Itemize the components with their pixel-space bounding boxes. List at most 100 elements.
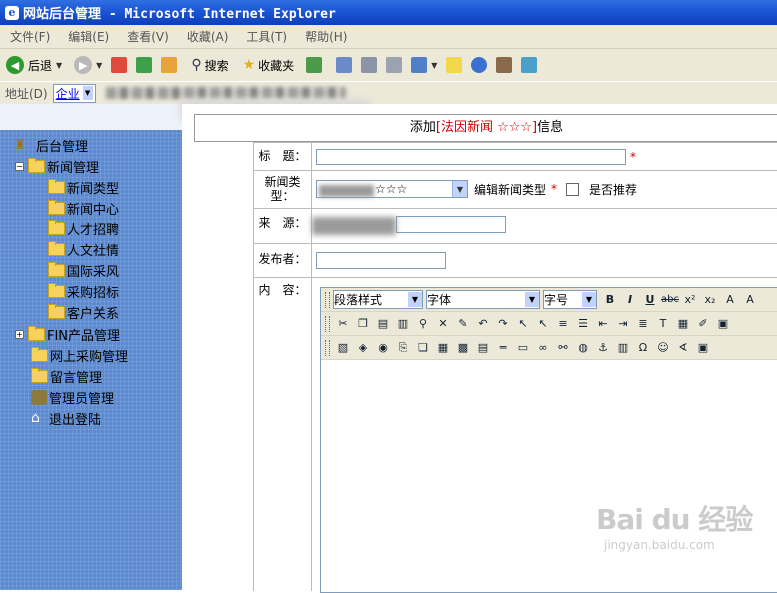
tree-root[interactable]: ♜ 后台管理 [14, 136, 88, 155]
ordered-list-icon[interactable]: ≡ [555, 316, 571, 332]
unlink-icon[interactable]: ⚯ [555, 340, 571, 356]
attachment-icon[interactable]: ⎘ [395, 340, 411, 356]
indent-icon[interactable]: ⇥ [615, 316, 631, 332]
publisher-input[interactable] [316, 252, 446, 269]
italic-icon[interactable]: I [622, 292, 638, 308]
calendar-icon[interactable]: ▤ [475, 340, 491, 356]
outdent-icon[interactable]: ⇤ [595, 316, 611, 332]
format-brush-icon[interactable]: ✐ [695, 316, 711, 332]
address-dropdown[interactable]: 企业 ▼ [52, 83, 96, 103]
edit-icon[interactable] [411, 57, 428, 73]
clear-format-icon[interactable]: ✎ [455, 316, 471, 332]
underline-icon[interactable]: U [642, 292, 658, 308]
more-icon[interactable]: ▣ [715, 316, 731, 332]
copy-icon[interactable]: ❐ [355, 316, 371, 332]
tree-item-humanities[interactable]: 人文社情 [48, 240, 119, 259]
link-icon[interactable]: ∞ [535, 340, 551, 356]
refresh-icon[interactable] [136, 57, 153, 73]
align-icon[interactable]: ≣ [635, 316, 651, 332]
browser-toolbar: ◀ 后退 ▼ ▶ ▼ ⚲ 搜索 ★ 收藏夹 ▼ [0, 49, 777, 81]
admin-icon [31, 390, 47, 405]
recommend-checkbox[interactable] [566, 182, 580, 196]
news-type-select[interactable]: ☆☆☆ ▼ [316, 180, 468, 198]
favorites-button[interactable]: ★ 收藏夹 [243, 57, 295, 74]
anchor-icon[interactable]: ⚓ [595, 340, 611, 356]
tree-item-international[interactable]: 国际采风 [48, 261, 119, 280]
stop-icon[interactable] [111, 57, 128, 73]
history-icon[interactable] [336, 57, 353, 73]
select-icon[interactable]: ↖ [515, 316, 531, 332]
tree-item-news-management[interactable]: − 新闻管理 [15, 157, 99, 176]
source-input[interactable] [396, 216, 506, 233]
tree-item-logout[interactable]: ⌂ 退出登陆 [31, 409, 101, 429]
cut-icon[interactable]: ✂ [335, 316, 351, 332]
search-button[interactable]: ⚲ 搜索 [191, 57, 228, 74]
menu-tools[interactable]: 工具(T) [236, 28, 295, 45]
tree-item-messages[interactable]: 留言管理 [31, 367, 102, 386]
tree-item-admin-management[interactable]: 管理员管理 [31, 388, 114, 407]
unordered-list-icon[interactable]: ☰ [575, 316, 591, 332]
increase-font-icon[interactable]: A [722, 292, 738, 308]
tree-item-procurement-bidding[interactable]: 采购招标 [48, 282, 119, 301]
tree-item-news-type[interactable]: 新闻类型 [48, 178, 119, 197]
strikethrough-icon[interactable]: abc [661, 292, 679, 308]
menu-view[interactable]: 查看(V) [117, 28, 177, 45]
horizontal-rule-icon[interactable]: ═ [495, 340, 511, 356]
table-icon[interactable]: ▦ [435, 340, 451, 356]
tree-item-fin-products[interactable]: + FIN产品管理 [15, 325, 120, 344]
absolute-position-icon[interactable]: ↖ [535, 316, 551, 332]
paste-icon[interactable]: ▤ [375, 316, 391, 332]
flash-icon[interactable]: ◈ [355, 340, 371, 356]
frame-icon[interactable]: ▩ [455, 340, 471, 356]
mail-icon[interactable] [361, 57, 378, 73]
font-select[interactable]: 字体 ▼ [426, 290, 540, 309]
find-icon[interactable]: ⚲ [415, 316, 431, 332]
tree-item-recruitment[interactable]: 人才招聘 [48, 219, 119, 238]
expand-icon[interactable]: + [15, 330, 24, 339]
toolbar-extra-icon[interactable] [521, 57, 538, 73]
emoticon-icon[interactable]: ☺ [655, 340, 671, 356]
research-icon[interactable] [496, 57, 513, 73]
excel-icon[interactable]: ▣ [695, 340, 711, 356]
title-input[interactable] [316, 149, 626, 165]
page-break-icon[interactable]: ▥ [615, 340, 631, 356]
superscript-icon[interactable]: x² [682, 292, 698, 308]
print-icon[interactable] [386, 57, 403, 73]
background-color-icon[interactable]: ▦ [675, 316, 691, 332]
formula-icon[interactable]: ∢ [675, 340, 691, 356]
messenger-icon[interactable] [471, 57, 488, 73]
menu-edit[interactable]: 编辑(E) [58, 28, 117, 45]
forward-button[interactable]: ▶ ▼ [68, 56, 102, 74]
home-icon[interactable] [161, 57, 178, 73]
tree-item-online-purchase[interactable]: 网上采购管理 [31, 346, 128, 365]
special-char-icon[interactable]: Ω [635, 340, 651, 356]
media-icon[interactable] [306, 57, 323, 73]
menu-favorites[interactable]: 收藏(A) [177, 28, 237, 45]
font-size-select[interactable]: 字号 ▼ [543, 290, 597, 309]
menu-file[interactable]: 文件(F) [0, 28, 58, 45]
back-button[interactable]: ◀ 后退 ▼ [6, 56, 62, 74]
bold-icon[interactable]: B [602, 292, 618, 308]
marquee-icon[interactable]: ▭ [515, 340, 531, 356]
remote-file-icon[interactable]: ❏ [415, 340, 431, 356]
menu-help[interactable]: 帮助(H) [295, 28, 355, 45]
edit-news-type-link[interactable]: 编辑新闻类型 [474, 181, 546, 198]
tree-item-news-center[interactable]: 新闻中心 [48, 199, 119, 218]
decrease-font-icon[interactable]: A [742, 292, 758, 308]
back-dropdown-icon[interactable]: ▼ [56, 61, 62, 70]
redo-icon[interactable]: ↷ [495, 316, 511, 332]
delete-icon[interactable]: ✕ [435, 316, 451, 332]
subscript-icon[interactable]: x₂ [702, 292, 718, 308]
edit-dropdown-icon[interactable]: ▼ [431, 61, 437, 70]
undo-icon[interactable]: ↶ [475, 316, 491, 332]
image-icon[interactable]: ▧ [335, 340, 351, 356]
paste-text-icon[interactable]: ▥ [395, 316, 411, 332]
forward-dropdown-icon[interactable]: ▼ [96, 61, 102, 70]
tree-item-customer-relations[interactable]: 客户关系 [48, 303, 119, 322]
globe-icon[interactable]: ◍ [575, 340, 591, 356]
media-icon[interactable]: ◉ [375, 340, 391, 356]
note-icon[interactable] [446, 57, 463, 73]
paragraph-style-select[interactable]: 段落样式 ▼ [333, 290, 423, 309]
collapse-icon[interactable]: − [15, 162, 24, 171]
text-color-icon[interactable]: T [655, 316, 671, 332]
